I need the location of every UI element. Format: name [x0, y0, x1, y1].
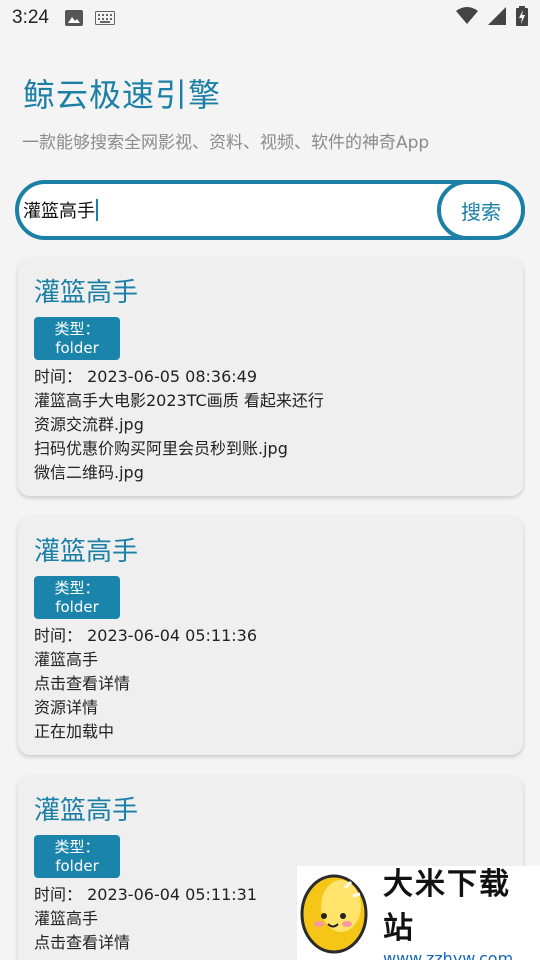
- result-title: 灌篮高手: [34, 537, 139, 567]
- search-button[interactable]: 搜索: [437, 180, 525, 240]
- type-label: 类型：: [54, 579, 100, 597]
- result-title: 灌篮高手: [34, 278, 139, 308]
- watermark-url: www.zzhyw.com: [383, 948, 514, 960]
- type-badge: 类型： folder: [34, 835, 120, 878]
- result-time: 时间： 2023-06-05 08:36:49: [34, 367, 258, 386]
- type-value: folder: [55, 598, 99, 616]
- result-line: 正在加载中: [34, 722, 115, 741]
- result-line: 资源详情: [34, 698, 99, 717]
- text-caret: [96, 199, 98, 221]
- watermark: 大米下载站 www.zzhyw.com: [297, 866, 540, 960]
- result-line: 灌篮高手: [34, 650, 99, 669]
- status-time: 3:24: [12, 7, 49, 28]
- result-line: 点击查看详情: [34, 674, 131, 693]
- status-bar: 3:24: [0, 0, 540, 36]
- search-input[interactable]: 灌篮高手: [19, 197, 437, 223]
- type-badge: 类型： folder: [34, 317, 120, 360]
- type-label: 类型：: [54, 838, 100, 856]
- app-subtitle: 一款能够搜索全网影视、资料、视频、软件的神奇App: [22, 133, 430, 153]
- search-input-value: 灌篮高手: [23, 201, 95, 222]
- keyboard-icon: [94, 11, 115, 25]
- mascot-icon: [297, 866, 375, 960]
- result-time: 时间： 2023-06-04 05:11:36: [34, 626, 258, 645]
- result-line: 扫码优惠价购买阿里会员秒到账.jpg: [34, 439, 288, 458]
- result-line: 资源交流群.jpg: [34, 415, 144, 434]
- type-value: folder: [55, 339, 99, 357]
- result-line: 微信二维码.jpg: [34, 463, 144, 482]
- watermark-name: 大米下载站: [383, 866, 511, 946]
- signal-icon: [488, 6, 506, 30]
- battery-icon: [516, 5, 528, 31]
- image-icon: [64, 10, 83, 26]
- result-card[interactable]: 灌篮高手 类型： folder 时间： 2023-06-04 05:11:36 …: [18, 517, 523, 755]
- result-title: 灌篮高手: [34, 796, 139, 826]
- type-label: 类型：: [54, 320, 100, 338]
- result-card[interactable]: 灌篮高手 类型： folder 时间： 2023-06-05 08:36:49 …: [18, 258, 523, 496]
- type-value: folder: [55, 857, 99, 875]
- app-title: 鲸云极速引擎: [23, 76, 222, 114]
- search-bar: 灌篮高手 搜索: [15, 180, 525, 240]
- result-line: 灌篮高手大电影2023TC画质 看起来还行: [34, 391, 324, 410]
- type-badge: 类型： folder: [34, 576, 120, 619]
- wifi-icon: [456, 6, 478, 30]
